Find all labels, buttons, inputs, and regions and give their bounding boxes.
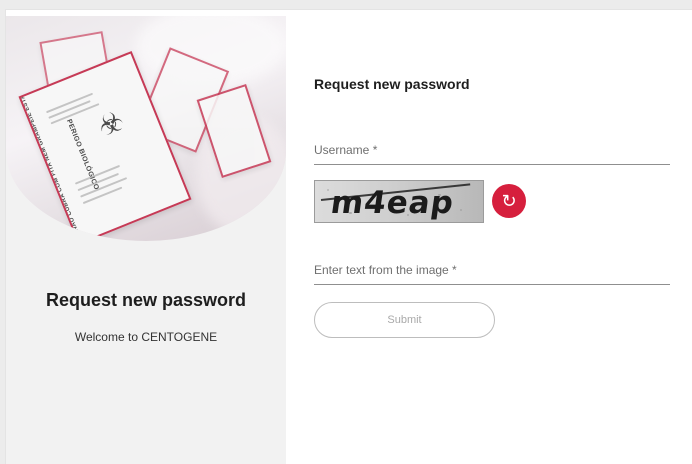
left-panel-title: Request new password [45,290,247,310]
disposal-text: NÃO CUBRA COM FITA NEM GRAMPEIE ESTA ÁRE… [18,74,80,232]
request-password-form: Request new password m4eap ↻ Submit [286,10,692,464]
username-field-wrapper [314,136,670,166]
captcha-text-input[interactable] [314,256,670,285]
captcha-image: m4eap [314,180,484,223]
username-input[interactable] [314,136,670,165]
left-panel-subtitle: Welcome to CENTOGENE [74,330,218,344]
captcha-noise [327,189,329,191]
captcha-noise [460,209,462,211]
hero-image: ☣ PERIGO BIOLÓGICO NÃO CUBRA COM FITA NE… [6,16,286,241]
captcha-text: m4eap [328,185,457,221]
captcha-field-wrapper [314,256,670,286]
captcha-row: m4eap ↻ [314,180,564,224]
refresh-captcha-button[interactable]: ↻ [492,184,526,218]
form-title: Request new password [314,76,470,92]
refresh-icon: ↻ [501,191,517,211]
submit-button[interactable]: Submit [314,302,495,338]
biohazard-icon: ☣ [93,104,129,143]
auth-window: ☣ PERIGO BIOLÓGICO NÃO CUBRA COM FITA NE… [6,10,692,464]
card-text-line [82,186,123,205]
left-panel: ☣ PERIGO BIOLÓGICO NÃO CUBRA COM FITA NE… [6,16,286,464]
